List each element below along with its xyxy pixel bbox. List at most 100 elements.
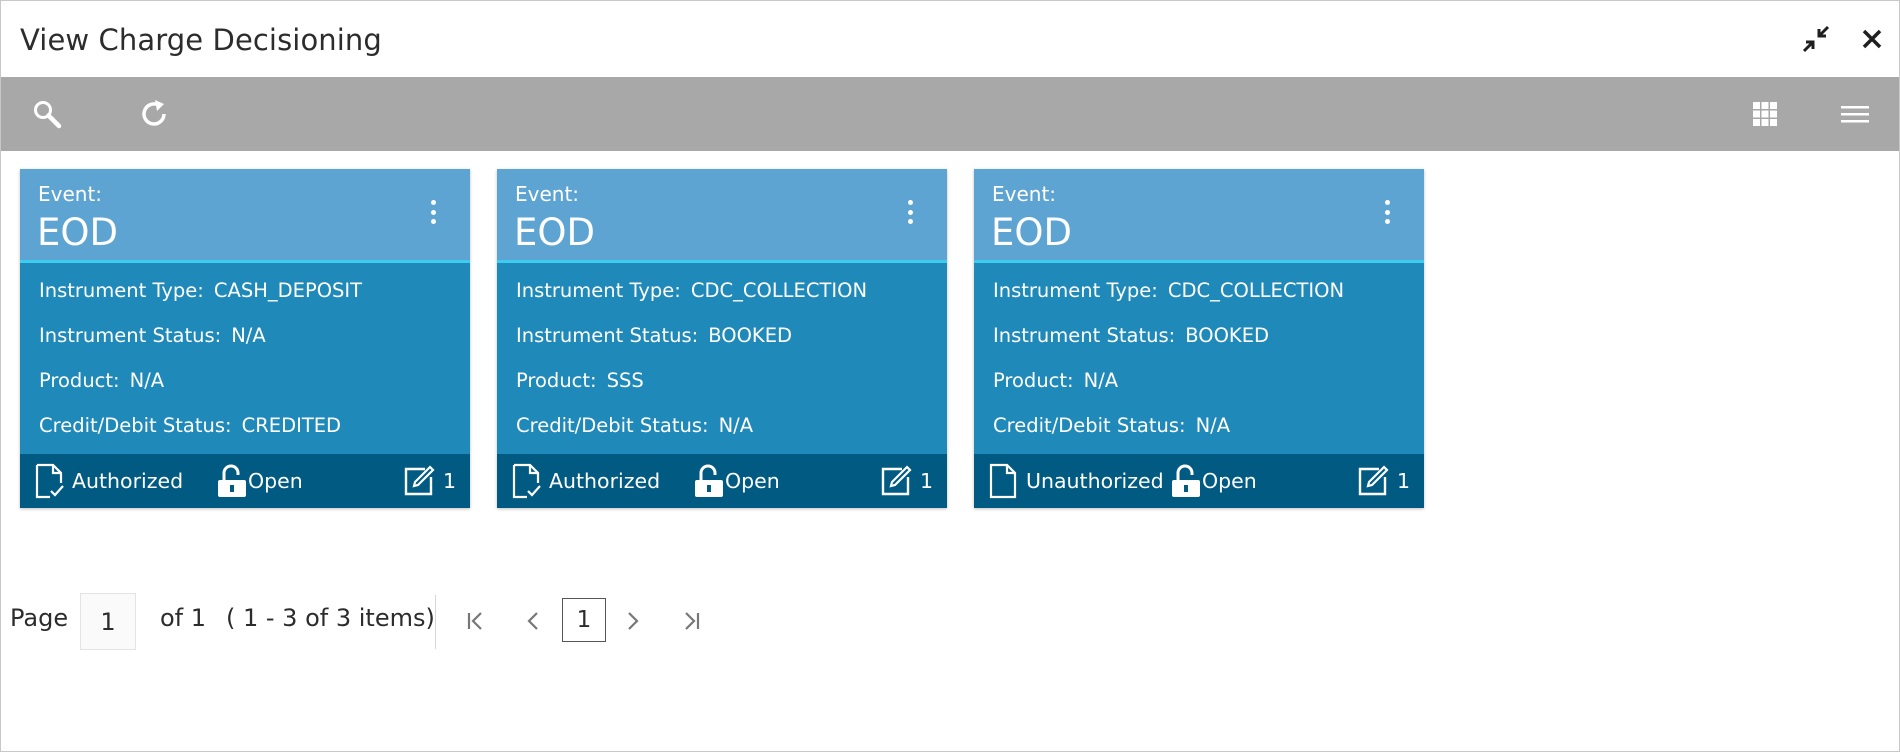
status-text: Authorized bbox=[72, 469, 184, 493]
page-total: of 1 bbox=[160, 604, 207, 632]
field-value: BOOKED bbox=[708, 324, 793, 347]
edit-count-value: 1 bbox=[442, 469, 456, 493]
page-label: Page bbox=[10, 604, 69, 632]
credit-debit-status-field: Credit/Debit Status: N/A bbox=[516, 414, 753, 437]
charge-decision-card[interactable]: Event: EOD Instrument Type: CDC_COLLECTIO… bbox=[974, 169, 1424, 508]
card-footer: Unauthorized Open 1 bbox=[974, 454, 1424, 508]
edit-count[interactable]: 1 bbox=[880, 454, 933, 508]
event-value: EOD bbox=[37, 211, 118, 254]
card-footer: Authorized Open 1 bbox=[20, 454, 470, 508]
card-header: Event: EOD bbox=[497, 169, 947, 263]
collapse-arrows-icon[interactable] bbox=[1798, 21, 1834, 57]
kebab-menu-icon[interactable] bbox=[903, 197, 917, 227]
credit-debit-status-field: Credit/Debit Status: CREDITED bbox=[39, 414, 341, 437]
items-range: ( 1 - 3 of 3 items) bbox=[226, 604, 435, 632]
field-label: Instrument Status: bbox=[39, 324, 222, 347]
last-page-icon[interactable] bbox=[674, 603, 710, 639]
pagination: Page 1 of 1 ( 1 - 3 of 3 items) 1 bbox=[1, 589, 761, 653]
field-label: Instrument Type: bbox=[993, 279, 1158, 302]
current-page-button[interactable]: 1 bbox=[562, 598, 606, 642]
field-label: Instrument Type: bbox=[516, 279, 681, 302]
event-value: EOD bbox=[991, 211, 1072, 254]
field-value: N/A bbox=[231, 324, 266, 347]
search-icon[interactable] bbox=[27, 94, 67, 134]
field-value: CDC_COLLECTION bbox=[690, 279, 868, 302]
refresh-icon[interactable] bbox=[134, 94, 174, 134]
event-value: EOD bbox=[514, 211, 595, 254]
instrument-type-field: Instrument Type: CASH_DEPOSIT bbox=[39, 279, 362, 302]
field-value: BOOKED bbox=[1185, 324, 1270, 347]
product-field: Product: N/A bbox=[993, 369, 1118, 392]
edit-count[interactable]: 1 bbox=[1357, 454, 1410, 508]
product-field: Product: SSS bbox=[516, 369, 644, 392]
unlock-icon bbox=[695, 464, 723, 497]
field-value: CREDITED bbox=[241, 414, 342, 437]
lock-text: Open bbox=[725, 469, 780, 493]
status-text: Unauthorized bbox=[1026, 469, 1164, 493]
instrument-status-field: Instrument Status: BOOKED bbox=[516, 324, 792, 347]
status-text: Authorized bbox=[549, 469, 661, 493]
field-value: N/A bbox=[1083, 369, 1119, 392]
field-label: Instrument Type: bbox=[39, 279, 204, 302]
field-value: N/A bbox=[718, 414, 754, 437]
field-value: SSS bbox=[606, 369, 644, 392]
edit-icon bbox=[1358, 465, 1389, 496]
pagination-divider bbox=[435, 595, 436, 649]
title-bar: View Charge Decisioning bbox=[1, 1, 1899, 77]
field-label: Instrument Status: bbox=[516, 324, 699, 347]
authorization-status: Unauthorized bbox=[988, 454, 1164, 508]
lock-text: Open bbox=[1202, 469, 1257, 493]
field-value: N/A bbox=[1195, 414, 1231, 437]
list-view-icon[interactable] bbox=[1835, 94, 1875, 134]
previous-page-icon[interactable] bbox=[515, 603, 551, 639]
authorization-status: Authorized bbox=[34, 454, 183, 508]
field-label: Instrument Status: bbox=[993, 324, 1176, 347]
instrument-type-field: Instrument Type: CDC_COLLECTION bbox=[993, 279, 1344, 302]
edit-count[interactable]: 1 bbox=[403, 454, 456, 508]
lock-text: Open bbox=[248, 469, 303, 493]
field-value: CDC_COLLECTION bbox=[1167, 279, 1345, 302]
card-header: Event: EOD bbox=[20, 169, 470, 263]
edit-count-value: 1 bbox=[1396, 469, 1410, 493]
lock-status: Open bbox=[216, 454, 303, 508]
authorized-document-icon bbox=[35, 463, 64, 499]
unlock-icon bbox=[1172, 464, 1200, 497]
edit-count-value: 1 bbox=[919, 469, 933, 493]
instrument-status-field: Instrument Status: N/A bbox=[39, 324, 266, 347]
first-page-icon[interactable] bbox=[457, 603, 493, 639]
event-label: Event: bbox=[992, 182, 1057, 206]
lock-status: Open bbox=[1170, 454, 1257, 508]
field-value: N/A bbox=[129, 369, 165, 392]
kebab-menu-icon[interactable] bbox=[1380, 197, 1394, 227]
credit-debit-status-field: Credit/Debit Status: N/A bbox=[993, 414, 1230, 437]
instrument-status-field: Instrument Status: BOOKED bbox=[993, 324, 1269, 347]
product-field: Product: N/A bbox=[39, 369, 164, 392]
field-label: Credit/Debit Status: bbox=[39, 414, 232, 437]
field-label: Product: bbox=[516, 369, 597, 392]
event-label: Event: bbox=[515, 182, 580, 206]
grid-view-icon[interactable] bbox=[1745, 94, 1785, 134]
edit-icon bbox=[881, 465, 912, 496]
charge-decision-card[interactable]: Event: EOD Instrument Type: CASH_DEPOSIT … bbox=[20, 169, 470, 508]
authorized-document-icon bbox=[512, 463, 541, 499]
unauthorized-document-icon bbox=[989, 463, 1017, 499]
next-page-icon[interactable] bbox=[615, 603, 651, 639]
card-footer: Authorized Open 1 bbox=[497, 454, 947, 508]
field-label: Credit/Debit Status: bbox=[993, 414, 1186, 437]
charge-decision-card[interactable]: Event: EOD Instrument Type: CDC_COLLECTIO… bbox=[497, 169, 947, 508]
field-label: Credit/Debit Status: bbox=[516, 414, 709, 437]
field-label: Product: bbox=[39, 369, 120, 392]
lock-status: Open bbox=[693, 454, 780, 508]
close-icon[interactable] bbox=[1854, 21, 1890, 57]
toolbar bbox=[1, 77, 1899, 151]
window-title: View Charge Decisioning bbox=[20, 23, 382, 57]
event-label: Event: bbox=[38, 182, 103, 206]
card-header: Event: EOD bbox=[974, 169, 1424, 263]
instrument-type-field: Instrument Type: CDC_COLLECTION bbox=[516, 279, 867, 302]
page-number-input[interactable]: 1 bbox=[80, 593, 136, 650]
unlock-icon bbox=[218, 464, 246, 497]
field-value: CASH_DEPOSIT bbox=[213, 279, 363, 302]
authorization-status: Authorized bbox=[511, 454, 660, 508]
kebab-menu-icon[interactable] bbox=[426, 197, 440, 227]
edit-icon bbox=[404, 465, 435, 496]
